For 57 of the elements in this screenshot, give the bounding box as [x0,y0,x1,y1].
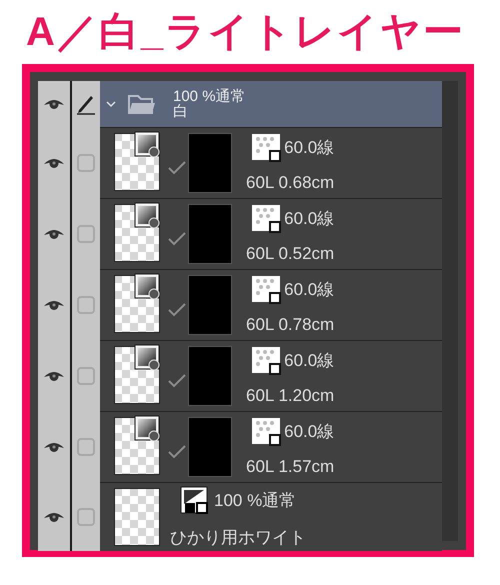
visibility-cell[interactable] [38,482,70,551]
blend-mode: 100 %通常 [173,89,246,104]
gradient-tone-icon [134,415,160,443]
layer-name: 60L 1.20cm [246,386,334,406]
mask-thumbnail [188,133,232,193]
tone-icon [251,417,282,447]
check-icon[interactable] [168,303,186,317]
checkbox[interactable] [77,224,95,242]
chevron-down-icon[interactable] [106,100,116,108]
layer-name: 60L 1.57cm [246,457,334,477]
folder-row[interactable]: 100 %通常 白 [100,81,442,127]
check-icon[interactable] [168,374,186,388]
checkbox[interactable] [77,508,95,526]
blend-mode: 100 %通常 [214,490,296,512]
tone-icon [251,133,282,163]
mask-thumbnail [188,346,232,406]
mask-thumbnail [188,417,232,477]
blend-mode: 60.0線 [284,279,334,302]
tone-icon [251,346,282,376]
tone-icon [251,204,282,234]
gradient-tone-icon [134,273,160,301]
layer-row[interactable]: 100 %通常 ひかり用ホワイト [100,482,442,551]
eye-icon[interactable] [43,440,65,452]
eye-icon[interactable] [43,370,65,382]
pen-icon[interactable] [76,93,96,115]
eye-icon[interactable] [43,298,65,310]
blend-mode: 60.0線 [284,137,334,160]
tone-icon [251,275,282,305]
checkbox[interactable] [77,366,95,384]
eye-icon[interactable] [43,98,65,110]
blend-mode: 60.0線 [284,421,334,444]
mask-thumbnail [188,204,232,264]
check-icon[interactable] [168,161,186,175]
layer-name: ひかり用ホワイト [170,528,306,548]
eye-icon[interactable] [43,510,65,522]
gradient-tone-icon [134,202,160,230]
blend-mode: 60.0線 [284,208,334,230]
checkbox[interactable] [77,438,95,456]
gradient-tone-icon [134,344,160,372]
layer-name: 60L 0.52cm [246,244,334,264]
heading: A／白_ライトレイヤー [26,12,466,52]
blend-icon [180,486,210,516]
eye-icon[interactable] [43,156,65,168]
check-icon[interactable] [168,445,186,459]
layer-name: 白 [173,104,189,119]
layer-name: 60L 0.68cm [246,173,334,193]
checkbox[interactable] [77,296,95,314]
layer-thumbnail [114,488,160,546]
checkbox[interactable] [77,154,95,172]
gradient-tone-icon [134,131,160,159]
eye-icon[interactable] [43,228,65,240]
blend-mode: 60.0線 [284,350,334,372]
folder-icon [128,93,156,115]
mask-thumbnail [188,275,232,335]
check-icon[interactable] [168,232,186,246]
visibility-cell[interactable] [38,81,70,127]
layer-name: 60L 0.78cm [246,315,334,335]
